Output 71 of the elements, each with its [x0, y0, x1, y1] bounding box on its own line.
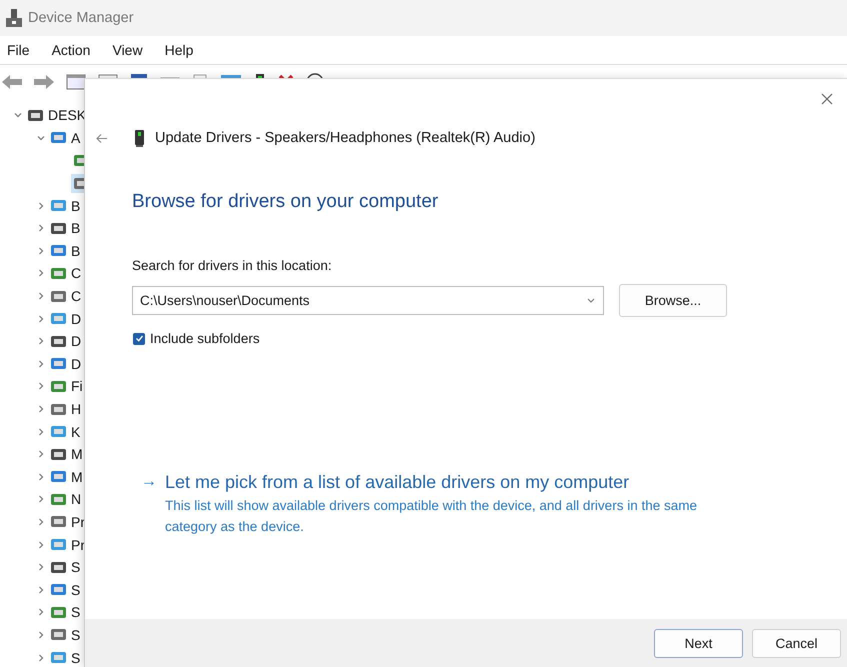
tree-item[interactable]: N — [48, 490, 84, 509]
tree-item[interactable]: C — [48, 264, 84, 283]
page-heading: Browse for drivers on your computer — [132, 191, 440, 213]
chevron-icon[interactable] — [36, 630, 44, 639]
cancel-button[interactable]: Cancel — [752, 628, 841, 658]
tree-item[interactable]: S — [48, 625, 82, 644]
close-icon[interactable] — [821, 93, 833, 105]
forward-arrow-icon[interactable] — [34, 74, 54, 90]
chevron-icon[interactable] — [36, 269, 44, 278]
tree-item[interactable]: S — [48, 648, 82, 667]
checkbox-label[interactable]: Include subfolders — [150, 331, 260, 346]
tree-item[interactable]: D — [48, 309, 84, 328]
field-label: Search for drivers in this location: — [132, 258, 333, 273]
tree-item[interactable]: D — [48, 354, 84, 374]
chevron-icon[interactable] — [36, 382, 44, 390]
chevron-icon[interactable] — [36, 224, 44, 232]
computer-icon — [6, 9, 22, 27]
chevron-icon[interactable] — [36, 472, 44, 481]
pick-driver-link[interactable]: Let me pick from a list of available drivers on my computer — [165, 472, 630, 492]
chevron-icon[interactable] — [36, 292, 44, 300]
back-arrow-icon[interactable] — [2, 74, 22, 90]
chevron-icon[interactable] — [36, 586, 44, 594]
tree-item[interactable]: H — [48, 400, 84, 419]
menu-item[interactable]: File — [7, 42, 30, 58]
link-description: This list will show available drivers compatible with the device, and all drivers in the same category as the device. — [165, 497, 698, 536]
tree-item[interactable]: Pr — [48, 512, 87, 532]
tree-item[interactable]: K — [48, 422, 82, 442]
window-title: Device Manager — [28, 10, 134, 26]
chevron-icon[interactable] — [36, 428, 44, 436]
dropdown-chevron-icon[interactable] — [587, 298, 595, 303]
tree-item[interactable]: S — [48, 580, 82, 600]
tree-item[interactable]: S — [48, 558, 82, 577]
chevron-icon[interactable] — [36, 654, 44, 662]
tree-item[interactable]: M — [48, 444, 85, 464]
menu-item[interactable]: View — [112, 42, 143, 58]
dialog-title: Update Drivers - Speakers/Headphones (Realtek(R) Audio) — [155, 130, 536, 146]
chevron-icon[interactable] — [36, 518, 44, 526]
chevron-icon[interactable] — [36, 246, 44, 255]
chevron-icon[interactable] — [36, 337, 44, 346]
chevron-icon[interactable] — [14, 111, 22, 120]
tree-item[interactable]: Fi — [48, 376, 85, 396]
tree-item[interactable]: A — [48, 128, 82, 148]
chevron-icon[interactable] — [36, 495, 44, 504]
tree-item[interactable]: M — [48, 467, 85, 486]
chevron-icon[interactable] — [36, 314, 44, 323]
menu-item[interactable]: Action — [52, 42, 90, 58]
tree-item[interactable]: DESK — [25, 106, 88, 125]
tree-item[interactable]: B — [48, 218, 82, 238]
chevron-icon[interactable] — [36, 360, 44, 368]
checkbox[interactable] — [133, 332, 145, 344]
menu-item[interactable]: Help — [164, 42, 194, 58]
tree-item[interactable]: S — [48, 602, 82, 622]
chevron-icon[interactable] — [36, 540, 44, 549]
chevron-icon[interactable] — [36, 608, 44, 616]
browse-button[interactable]: Browse... — [619, 284, 727, 317]
chevron-icon[interactable] — [36, 563, 44, 572]
back-arrow-icon[interactable] — [96, 134, 107, 142]
tree-item[interactable]: B — [48, 196, 82, 216]
tree-item[interactable]: D — [48, 332, 84, 351]
chevron-icon[interactable] — [36, 134, 44, 142]
chevron-icon[interactable] — [36, 202, 44, 210]
location-combo-box[interactable]: C:\Users\nouser\Documents — [132, 286, 604, 315]
arrow-glyph: → — [141, 472, 157, 492]
tree-item[interactable]: B — [48, 241, 82, 260]
tree-item[interactable]: Pr — [48, 535, 87, 554]
chevron-icon[interactable] — [36, 450, 44, 458]
chevron-icon[interactable] — [36, 405, 44, 414]
window-icon[interactable] — [66, 74, 86, 90]
next-button[interactable]: Next — [654, 628, 743, 658]
tree-item[interactable]: C — [48, 286, 84, 306]
speaker-icon — [135, 130, 144, 146]
